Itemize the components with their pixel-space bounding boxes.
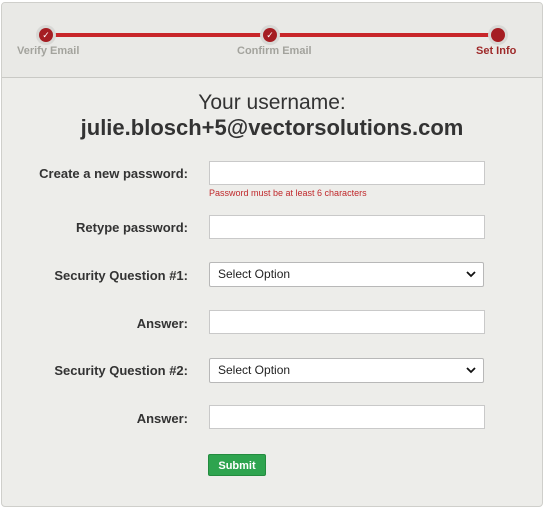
step-verify-email-label: Verify Email (17, 45, 80, 57)
password-hint: Password must be at least 6 characters (209, 188, 367, 198)
step-confirm-email-label: Confirm Email (237, 45, 312, 57)
step-verify-email-marker: ✓ (36, 25, 56, 45)
security-question-1-select[interactable]: Select Option (209, 262, 484, 287)
security-question-1-label: Security Question #1: (54, 268, 188, 283)
step-confirm-email-marker: ✓ (260, 25, 280, 45)
answer-2-input[interactable] (209, 405, 485, 429)
setup-panel: ✓ Verify Email ✓ Confirm Email Set Info … (1, 2, 543, 507)
step-set-info-marker (488, 25, 508, 45)
security-question-2-select[interactable]: Select Option (209, 358, 484, 383)
current-step-icon (491, 28, 505, 42)
retype-password-label: Retype password: (76, 220, 188, 235)
security-question-1-value: Select Option (218, 267, 291, 281)
retype-password-input[interactable] (209, 215, 485, 239)
checkmark-icon: ✓ (263, 28, 277, 42)
answer-1-input[interactable] (209, 310, 485, 334)
answer-1-label: Answer: (136, 316, 188, 331)
security-question-2-label: Security Question #2: (54, 363, 188, 378)
new-password-label: Create a new password: (39, 166, 188, 181)
step-set-info-label: Set Info (476, 45, 517, 57)
answer-2-label: Answer: (136, 411, 188, 426)
new-password-input[interactable] (209, 161, 485, 185)
chevron-down-icon (466, 367, 476, 374)
username-value: julie.blosch+5@vectorsolutions.com (80, 115, 464, 140)
security-question-2-value: Select Option (218, 363, 291, 377)
chevron-down-icon (466, 271, 476, 278)
username-heading: Your username: (198, 91, 346, 114)
submit-button[interactable]: Submit (208, 454, 266, 476)
checkmark-icon: ✓ (39, 28, 53, 42)
progress-stepper: ✓ Verify Email ✓ Confirm Email Set Info (2, 3, 542, 78)
